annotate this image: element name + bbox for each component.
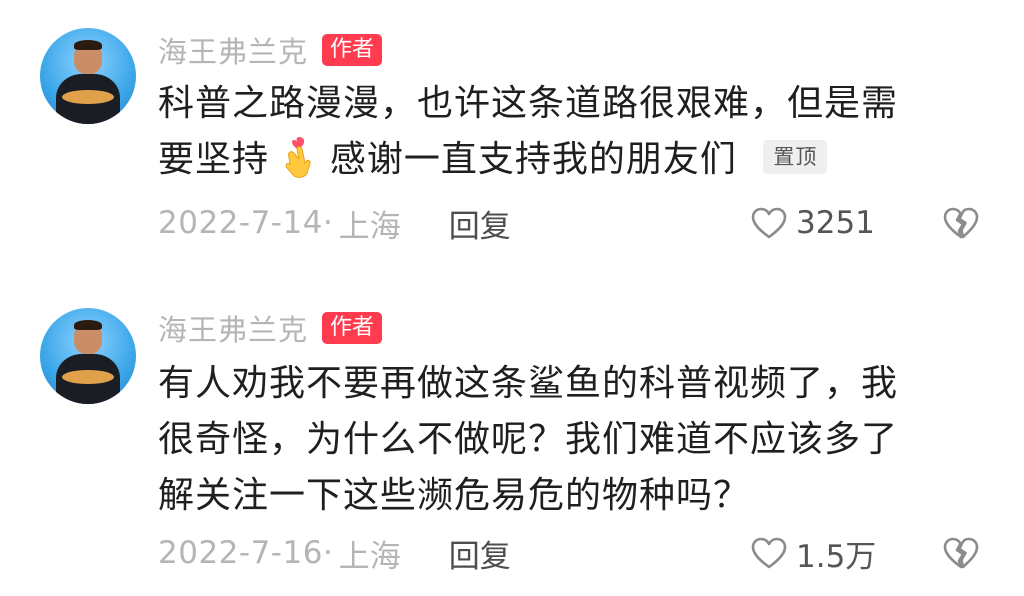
like-button[interactable]: 1.5万	[750, 528, 876, 578]
heart-outline-icon	[751, 207, 787, 239]
comment-text-line: 有人劝我不要再做这条鲨鱼的科普视频了，我	[158, 363, 899, 404]
comment-meta: 2022-7-14 · 上海 回复	[158, 198, 511, 248]
comment-header: 海王弗兰克 作者	[158, 307, 383, 349]
comment-text-line: 很奇怪，为什么不做呢？我们难道不应该多了	[158, 419, 899, 460]
comment-location: 上海	[338, 538, 401, 575]
comment-date: 2022-7-16	[158, 535, 323, 571]
meta-separator: ·	[322, 205, 333, 241]
broken-heart-icon[interactable]	[942, 206, 980, 240]
author-badge: 作者	[322, 312, 383, 344]
comment-text-line: 要坚持 感谢一直支持我的朋友们 置顶	[158, 132, 958, 188]
author-name[interactable]: 海王弗兰克	[158, 29, 308, 71]
comment-item: 海王弗兰克 作者 科普之路漫漫，也许这条道路很艰难，但是需 要坚持 感谢一直支持…	[0, 0, 1024, 270]
like-count: 3251	[796, 205, 875, 241]
comment-item: 海王弗兰克 作者 有人劝我不要再做这条鲨鱼的科普视频了，我 很奇怪，为什么不做呢…	[0, 290, 1024, 596]
reply-button[interactable]: 回复	[449, 201, 511, 246]
avatar[interactable]	[40, 308, 136, 404]
like-button[interactable]: 3251	[750, 198, 875, 248]
author-badge: 作者	[322, 34, 383, 66]
comment-location: 上海	[338, 208, 401, 245]
reply-button[interactable]: 回复	[449, 531, 511, 576]
broken-heart-icon[interactable]	[942, 536, 980, 570]
like-count: 1.5万	[796, 538, 877, 575]
finger-heart-emoji-icon	[286, 136, 312, 178]
comment-date: 2022-7-14	[158, 205, 323, 241]
comment-meta: 2022-7-16 · 上海 回复	[158, 528, 511, 578]
avatar[interactable]	[40, 28, 136, 124]
author-name[interactable]: 海王弗兰克	[158, 307, 308, 349]
comment-text-line: 科普之路漫漫，也许这条道路很艰难，但是需	[158, 83, 899, 124]
comment-text: 科普之路漫漫，也许这条道路很艰难，但是需 要坚持 感谢一直支持我的朋友们 置顶	[158, 76, 958, 188]
pinned-badge: 置顶	[763, 140, 828, 174]
heart-outline-icon	[751, 537, 787, 569]
comment-text-line: 解关注一下这些濒危易危的物种吗？	[158, 475, 751, 516]
comment-header: 海王弗兰克 作者	[158, 29, 383, 71]
comment-text: 有人劝我不要再做这条鲨鱼的科普视频了，我 很奇怪，为什么不做呢？我们难道不应该多…	[158, 356, 958, 524]
meta-separator: ·	[322, 535, 333, 571]
